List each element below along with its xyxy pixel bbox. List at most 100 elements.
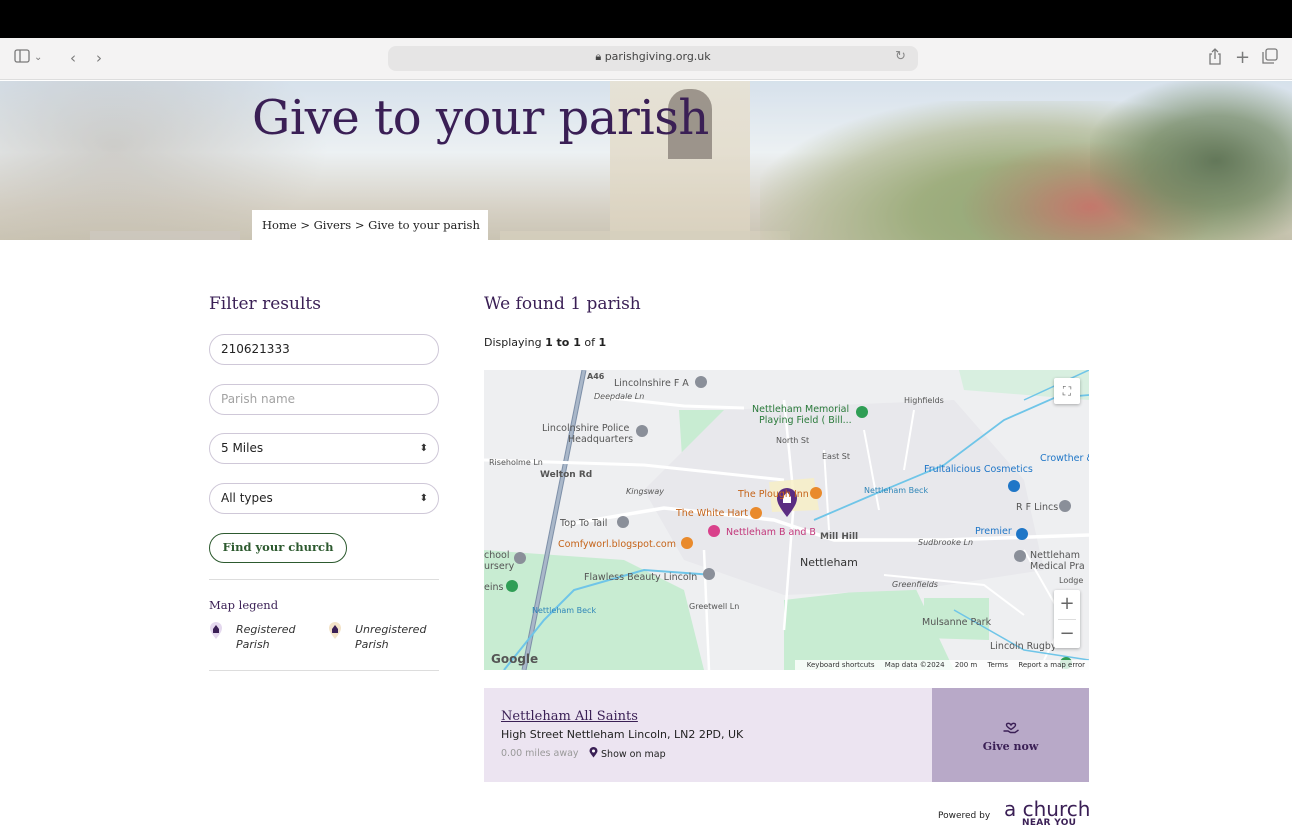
map-data-text: Map data ©2024 — [884, 661, 945, 669]
breadcrumb-current: Give to your parish — [368, 218, 480, 232]
find-church-button[interactable]: Find your church — [209, 533, 347, 563]
browser-toolbar: ⌄ ‹ › 🔒︎ parishgiving.org.uk ↻ + — [0, 38, 1292, 80]
distance-select[interactable]: 5 Miles ⬍ — [209, 433, 439, 464]
map-label: Headquarters — [568, 434, 634, 445]
map-label: Deepdale Ln — [594, 392, 645, 401]
forward-icon[interactable]: › — [96, 48, 102, 68]
type-select-value: All types — [221, 491, 273, 505]
poi-marker[interactable] — [856, 406, 868, 418]
poi-marker[interactable] — [1016, 528, 1028, 540]
breadcrumb-separator: > — [354, 218, 365, 232]
postcode-input[interactable]: 210621333 — [209, 334, 439, 365]
breadcrumb-home[interactable]: Home — [262, 218, 297, 232]
breadcrumb-separator: > — [300, 218, 310, 232]
sidebar-icon[interactable] — [14, 48, 30, 68]
map-label: Nettleham Beck — [864, 486, 929, 495]
parish-distance: 0.00 miles away — [501, 748, 579, 759]
map-label: Mulsanne Park — [922, 617, 992, 628]
map-pin-icon — [589, 747, 598, 758]
map-label: Lodge — [1059, 576, 1084, 585]
lock-icon: 🔒︎ — [595, 50, 605, 63]
tabs-icon[interactable] — [1262, 48, 1278, 68]
powered-by-text: Powered by — [938, 811, 991, 821]
google-logo[interactable]: Google — [491, 652, 538, 666]
registered-church-pin-icon — [210, 622, 222, 639]
chevron-down-icon[interactable]: ⌄ — [34, 48, 42, 68]
divider — [209, 579, 439, 580]
map-label: Lincoln Rugby — [990, 641, 1057, 652]
legend-registered: Registered Parish — [236, 623, 296, 651]
keyboard-shortcuts-link[interactable]: Keyboard shortcuts — [807, 661, 875, 669]
map-label: Nettleham — [1030, 550, 1080, 561]
zoom-in-button[interactable]: + — [1054, 590, 1080, 619]
legend-title: Map legend — [209, 598, 279, 612]
legend-unregistered: Unregistered Parish — [355, 623, 427, 651]
map-label: North St — [776, 436, 810, 445]
map-label: Greetwell Ln — [689, 602, 740, 611]
url-text: parishgiving.org.uk — [604, 50, 711, 63]
map-label: Welton Rd — [540, 470, 593, 480]
map-label: Mill Hill — [820, 532, 859, 542]
parish-address: High Street Nettleham Lincoln, LN2 2PD, … — [501, 728, 744, 741]
poi-marker[interactable] — [681, 537, 693, 549]
zoom-out-button[interactable]: − — [1054, 620, 1080, 649]
unregistered-church-pin-icon — [329, 622, 341, 639]
map-label: The Plough Inn — [738, 489, 809, 500]
map-label: R F Lincs — [1016, 502, 1059, 513]
address-bar[interactable]: 🔒︎ parishgiving.org.uk ↻ — [388, 46, 918, 71]
parish-name-link[interactable]: Nettleham All Saints — [501, 709, 638, 724]
poi-marker[interactable] — [1059, 500, 1071, 512]
poi-marker[interactable] — [695, 376, 707, 388]
poi-marker[interactable] — [750, 507, 762, 519]
map-label: The White Hart — [676, 508, 748, 519]
map-label: Crowther & — [1040, 453, 1089, 464]
map-label: Nettleham — [800, 556, 858, 569]
report-error-link[interactable]: Report a map error — [1018, 661, 1085, 669]
map-label: Nettleham Beck — [532, 606, 597, 615]
breadcrumb: Home > Givers > Give to your parish — [252, 210, 488, 240]
map-label: Premier — [975, 526, 1012, 537]
give-now-label: Give now — [982, 740, 1039, 753]
zoom-control: + − — [1054, 590, 1080, 648]
reload-icon[interactable]: ↻ — [895, 49, 906, 64]
parish-name-input[interactable]: Parish name — [209, 384, 439, 415]
poi-marker[interactable] — [1008, 480, 1020, 492]
fullscreen-icon[interactable]: ⛶ — [1054, 378, 1080, 404]
map-label: Top To Tail — [560, 518, 608, 529]
map-label: Sudbrooke Ln — [918, 538, 974, 547]
poi-marker[interactable] — [636, 425, 648, 437]
map-label: Playing Field ( Bill... — [759, 415, 852, 426]
results-map[interactable]: Lincolnshire F A Deepdale Ln A46 Nettleh… — [484, 370, 1089, 670]
distance-select-value: 5 Miles — [221, 441, 264, 455]
map-label: Nettleham Memorial — [752, 404, 850, 415]
poi-marker[interactable] — [1014, 550, 1026, 562]
select-arrows-icon: ⬍ — [419, 493, 428, 504]
poi-marker[interactable] — [810, 487, 822, 499]
type-select[interactable]: All types ⬍ — [209, 483, 439, 514]
show-on-map-link[interactable]: Show on map — [589, 747, 666, 760]
map-label: Medical Pra — [1030, 561, 1085, 572]
back-icon[interactable]: ‹ — [70, 48, 76, 68]
breadcrumb-givers[interactable]: Givers — [314, 218, 352, 232]
divider — [209, 670, 439, 671]
map-label: Kingsway — [626, 487, 664, 496]
map-label: chool — [484, 550, 510, 561]
poi-marker[interactable] — [514, 552, 526, 564]
poi-marker[interactable] — [506, 580, 518, 592]
share-icon[interactable] — [1208, 48, 1222, 68]
filter-title: Filter results — [209, 294, 321, 314]
map-footer: Keyboard shortcuts Map data ©2024 200 m … — [794, 660, 1089, 670]
map-label: A46 — [587, 372, 605, 381]
poi-marker[interactable] — [703, 568, 715, 580]
give-now-button[interactable]: Give now — [932, 688, 1089, 782]
terms-link[interactable]: Terms — [987, 661, 1008, 669]
select-arrows-icon: ⬍ — [419, 443, 428, 454]
poi-marker[interactable] — [708, 525, 720, 537]
page-title: Give to your parish — [252, 90, 709, 146]
new-tab-icon[interactable]: + — [1235, 48, 1250, 68]
heart-hand-icon — [1003, 722, 1019, 734]
a-church-near-you-logo-sub: NEAR YOU — [1022, 818, 1077, 828]
poi-marker[interactable] — [617, 516, 629, 528]
os-menu-bar — [0, 0, 1292, 38]
a-church-near-you-logo[interactable]: a church — [1004, 799, 1090, 819]
